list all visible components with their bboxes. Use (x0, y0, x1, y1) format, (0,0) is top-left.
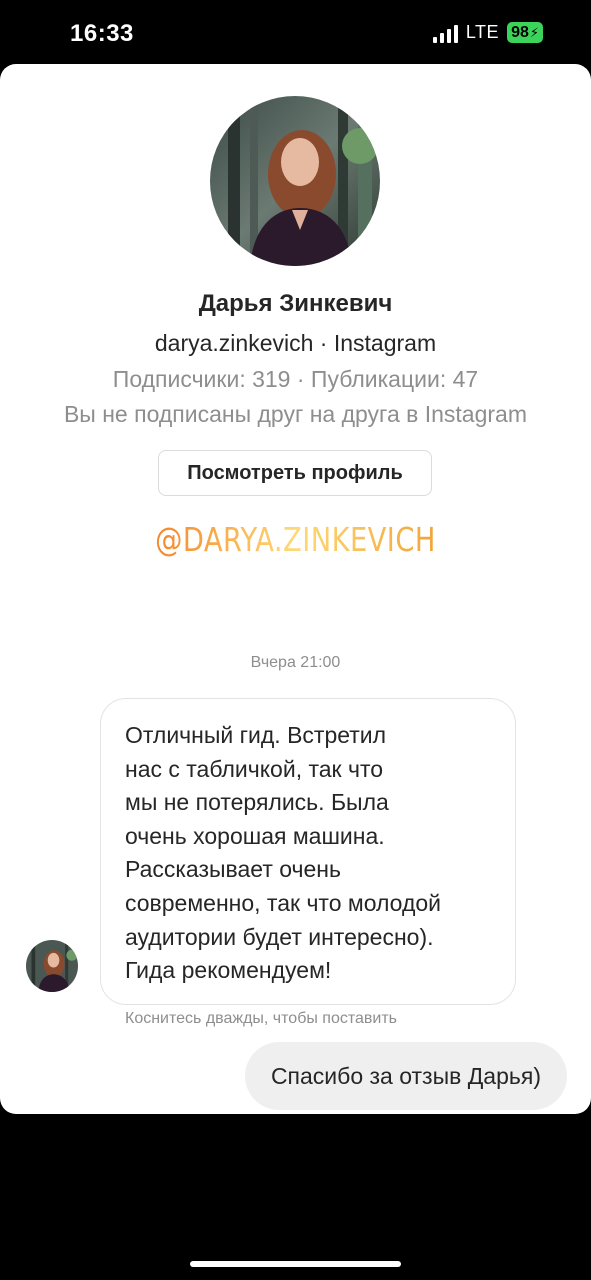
profile-handle: darya.zinkevich · Instagram (154, 330, 437, 356)
charging-bolt-icon: ⚡ (529, 24, 539, 40)
message-line: Рассказывает очень (125, 856, 341, 883)
reaction-hint: Коснитесь дважды, чтобы поставить (125, 1010, 398, 1027)
mention-sticker-text: @DARYA.ZINKEVICH (155, 520, 436, 559)
message-line: очень хорошая машина. (125, 822, 385, 849)
message-line: современно, так что молодой (125, 889, 442, 916)
message-line: мы не потерялись. Была (125, 789, 389, 816)
message-line: Отличный гид. Встретил (125, 722, 387, 748)
battery-level: 98 (511, 23, 529, 41)
message-timestamp: Вчера 21:00 (250, 654, 341, 671)
battery-icon: 98 ⚡ (507, 22, 543, 43)
profile-stats: Подписчики: 319 · Публикации: 47 (112, 366, 479, 392)
cellular-signal-icon (432, 23, 458, 43)
network-label: LTE (465, 22, 500, 42)
profile-name: Дарья Зинкевич (198, 290, 393, 317)
outgoing-message-text: Спасибо за отзыв Дарья) (270, 1062, 541, 1089)
message-line: нас с табличкой, так что (125, 755, 384, 782)
status-time: 16:33 (70, 20, 134, 47)
status-indicators: LTE 98 ⚡ (432, 22, 543, 43)
follow-status: Вы не подписаны друг на друга в Instagra… (63, 401, 528, 427)
profile-avatar[interactable] (210, 96, 380, 266)
sender-avatar[interactable] (26, 940, 78, 992)
message-line: Гида рекомендуем! (125, 957, 332, 984)
view-profile-button[interactable]: Посмотреть профиль (158, 450, 432, 496)
sender-photo-icon (26, 940, 78, 992)
outgoing-message-bubble[interactable]: Спасибо за отзыв Дарья) (244, 1042, 567, 1110)
profile-photo-icon (210, 96, 380, 266)
home-indicator[interactable] (190, 1261, 401, 1267)
mention-sticker[interactable]: @DARYA.ZINKEVICH (24, 520, 568, 559)
status-bar: 16:33 LTE 98 ⚡ (0, 0, 591, 64)
chat-card: Дарья Зинкевич darya.zinkevich · Instagr… (0, 64, 591, 1114)
incoming-message-bubble[interactable]: Отличный гид. Встретил нас с табличкой, … (100, 698, 516, 1005)
message-line: аудитории будет интересно). (125, 923, 434, 950)
